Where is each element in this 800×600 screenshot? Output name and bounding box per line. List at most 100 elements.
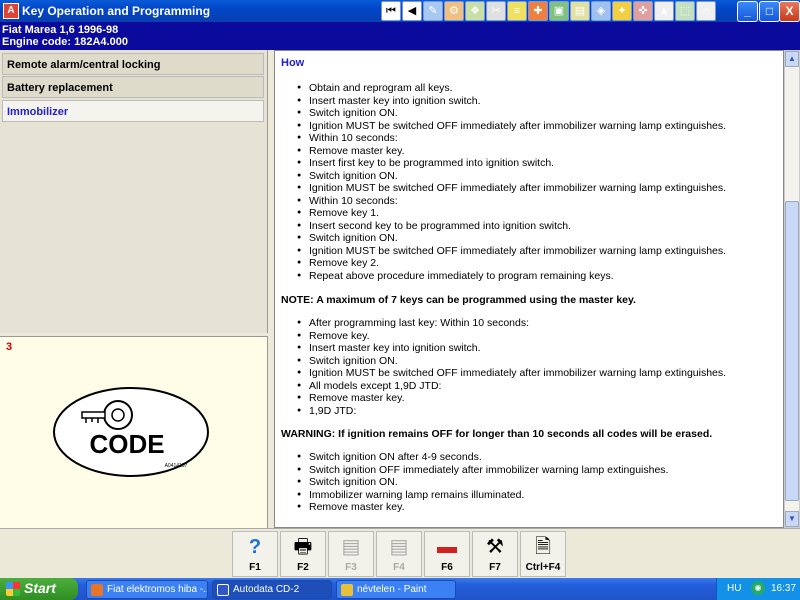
- list-item: Switch ignition ON.: [281, 232, 726, 245]
- autodata-icon: [217, 584, 229, 596]
- list-item: Insert second key to be programmed into …: [281, 220, 726, 233]
- list-item: Switch ignition ON.: [281, 170, 726, 183]
- firefox-icon: [91, 584, 103, 596]
- tool-10-icon[interactable]: ✦: [612, 1, 632, 21]
- list-item: Remove master key.: [281, 501, 668, 514]
- taskbar: Start Fiat elektromos hiba -... Autodata…: [0, 578, 800, 600]
- steps-list-3: Switch ignition ON after 4-9 seconds. Sw…: [281, 451, 668, 514]
- list-item: Immobilizer warning lamp remains illumin…: [281, 489, 668, 502]
- list-item: Insert first key to be programmed into i…: [281, 157, 726, 170]
- list-item: Switch ignition ON.: [281, 476, 668, 489]
- note-text: NOTE: A maximum of 7 keys can be program…: [281, 294, 636, 306]
- vehicle-info-bar: Fiat Marea 1,6 1996-98 Engine code: 182A…: [0, 22, 800, 50]
- tool-2-icon[interactable]: ⚙: [444, 1, 464, 21]
- list-item: Within 10 seconds:: [281, 195, 726, 208]
- code-label: CODE: [89, 429, 164, 459]
- list-item: Remove key.: [281, 330, 726, 343]
- tool-13-icon[interactable]: ⬚: [675, 1, 695, 21]
- tool-6-icon[interactable]: ✚: [528, 1, 548, 21]
- list-item: Remove key 2.: [281, 257, 726, 270]
- warning-text: WARNING: If ignition remains OFF for lon…: [281, 428, 713, 440]
- list-item: Ignition MUST be switched OFF immediatel…: [281, 367, 726, 380]
- f7-button[interactable]: ⚒ F7: [472, 531, 518, 577]
- list-item: Ignition MUST be switched OFF immediatel…: [281, 120, 726, 133]
- list-item: Remove master key.: [281, 392, 726, 405]
- taskbar-item-paint[interactable]: névtelen - Paint: [336, 580, 456, 599]
- tool-1-icon[interactable]: ✎: [423, 1, 443, 21]
- print-page-icon: ▤: [341, 536, 361, 558]
- f6-button[interactable]: ▬ F6: [424, 531, 470, 577]
- windows-logo-icon: [6, 582, 20, 596]
- f3-button[interactable]: ▤ F3: [328, 531, 374, 577]
- tool-3-icon[interactable]: ❖: [465, 1, 485, 21]
- list-item: After programming last key: Within 10 se…: [281, 317, 726, 330]
- taskbar-item-autodata[interactable]: Autodata CD-2: [212, 580, 332, 599]
- close-button[interactable]: X: [779, 1, 800, 22]
- function-key-bar: ? F1 🖶 F2 ▤ F3 ▤ F4 ▬ F6 ⚒ F7 🗎 Ctrl+F4: [0, 528, 800, 578]
- illustration-pane: 3 CODE A0414197: [0, 336, 268, 528]
- list-item: Remove master key.: [281, 145, 726, 158]
- tool-11-icon[interactable]: ✜: [633, 1, 653, 21]
- language-indicator[interactable]: HU: [727, 583, 741, 594]
- menu-item-immobilizer[interactable]: Immobilizer: [2, 100, 264, 122]
- list-item: Insert master key into ignition switch.: [281, 95, 726, 108]
- f1-help-button[interactable]: ? F1: [232, 531, 278, 577]
- steps-list-1: Obtain and reprogram all keys. Insert ma…: [281, 82, 726, 282]
- topic-menu: Remote alarm/central locking Battery rep…: [0, 50, 268, 333]
- f2-print-button[interactable]: 🖶 F2: [280, 531, 326, 577]
- list-item: Switch ignition ON.: [281, 107, 726, 120]
- tool-14-icon[interactable]: ⌂: [696, 1, 716, 21]
- taskbar-item-firefox[interactable]: Fiat elektromos hiba -...: [86, 580, 208, 599]
- code-key-illustration: CODE A0414197: [53, 387, 209, 477]
- engine-code: Engine code: 182A4.000: [2, 36, 128, 48]
- instructions-pane: How Obtain and reprogram all keys. Inser…: [274, 50, 784, 528]
- figure-ref: A0414197: [165, 463, 188, 469]
- tools-icon: ⚒: [486, 536, 504, 558]
- tool-9-icon[interactable]: ◈: [591, 1, 611, 21]
- tool-5-icon[interactable]: ≡: [507, 1, 527, 21]
- section-heading: How: [281, 57, 305, 69]
- scroll-up-icon[interactable]: ▲: [785, 51, 799, 67]
- ctrl-f4-button[interactable]: 🗎 Ctrl+F4: [520, 531, 566, 577]
- content-scrollbar[interactable]: ▲ ▼: [784, 50, 800, 528]
- tool-12-icon[interactable]: ▲: [654, 1, 674, 21]
- minimize-button[interactable]: _: [737, 1, 758, 22]
- list-item: Insert master key into ignition switch.: [281, 342, 726, 355]
- list-item: Switch ignition OFF immediately after im…: [281, 464, 668, 477]
- list-item: All models except 1,9D JTD:: [281, 380, 726, 393]
- menu-item-remote-alarm[interactable]: Remote alarm/central locking: [2, 53, 264, 75]
- list-item: Repeat above procedure immediately to pr…: [281, 270, 726, 283]
- list-item: Remove key 1.: [281, 207, 726, 220]
- tool-4-icon[interactable]: ✂: [486, 1, 506, 21]
- start-button[interactable]: Start: [0, 578, 78, 600]
- title-bar: A Key Operation and Programming ⏮ ◀ ✎ ⚙ …: [0, 0, 800, 22]
- print-icon: 🖶: [293, 536, 313, 558]
- volume-icon[interactable]: ◉: [751, 581, 765, 595]
- system-tray: HU ◉ 16:37: [716, 578, 800, 600]
- first-page-icon[interactable]: ⏮: [381, 1, 401, 21]
- list-item: 1,9D JTD:: [281, 405, 726, 418]
- app-icon: A: [3, 3, 19, 19]
- list-item: Switch ignition ON after 4-9 seconds.: [281, 451, 668, 464]
- car-battery-icon: ▬: [437, 536, 457, 558]
- scroll-down-icon[interactable]: ▼: [785, 511, 799, 527]
- vehicle-model: Fiat Marea 1,6 1996-98: [2, 24, 119, 36]
- previous-page-icon[interactable]: ◀: [402, 1, 422, 21]
- f4-button[interactable]: ▤ F4: [376, 531, 422, 577]
- tool-8-icon[interactable]: ▤: [570, 1, 590, 21]
- list-item: Ignition MUST be switched OFF immediatel…: [281, 245, 726, 258]
- list-item: Within 10 seconds:: [281, 132, 726, 145]
- paint-icon: [341, 584, 353, 596]
- list-item: Obtain and reprogram all keys.: [281, 82, 726, 95]
- maximize-button[interactable]: □: [759, 1, 780, 22]
- help-icon: ?: [248, 536, 262, 558]
- print-page-icon: ▤: [389, 536, 409, 558]
- menu-item-battery-replacement[interactable]: Battery replacement: [2, 76, 264, 98]
- close-document-icon: 🗎: [534, 536, 552, 558]
- scroll-thumb[interactable]: [785, 201, 799, 501]
- tool-7-icon[interactable]: ▣: [549, 1, 569, 21]
- list-item: Switch ignition ON.: [281, 355, 726, 368]
- clock: 16:37: [771, 583, 797, 594]
- steps-list-2: After programming last key: Within 10 se…: [281, 317, 726, 417]
- list-item: Ignition MUST be switched OFF immediatel…: [281, 182, 726, 195]
